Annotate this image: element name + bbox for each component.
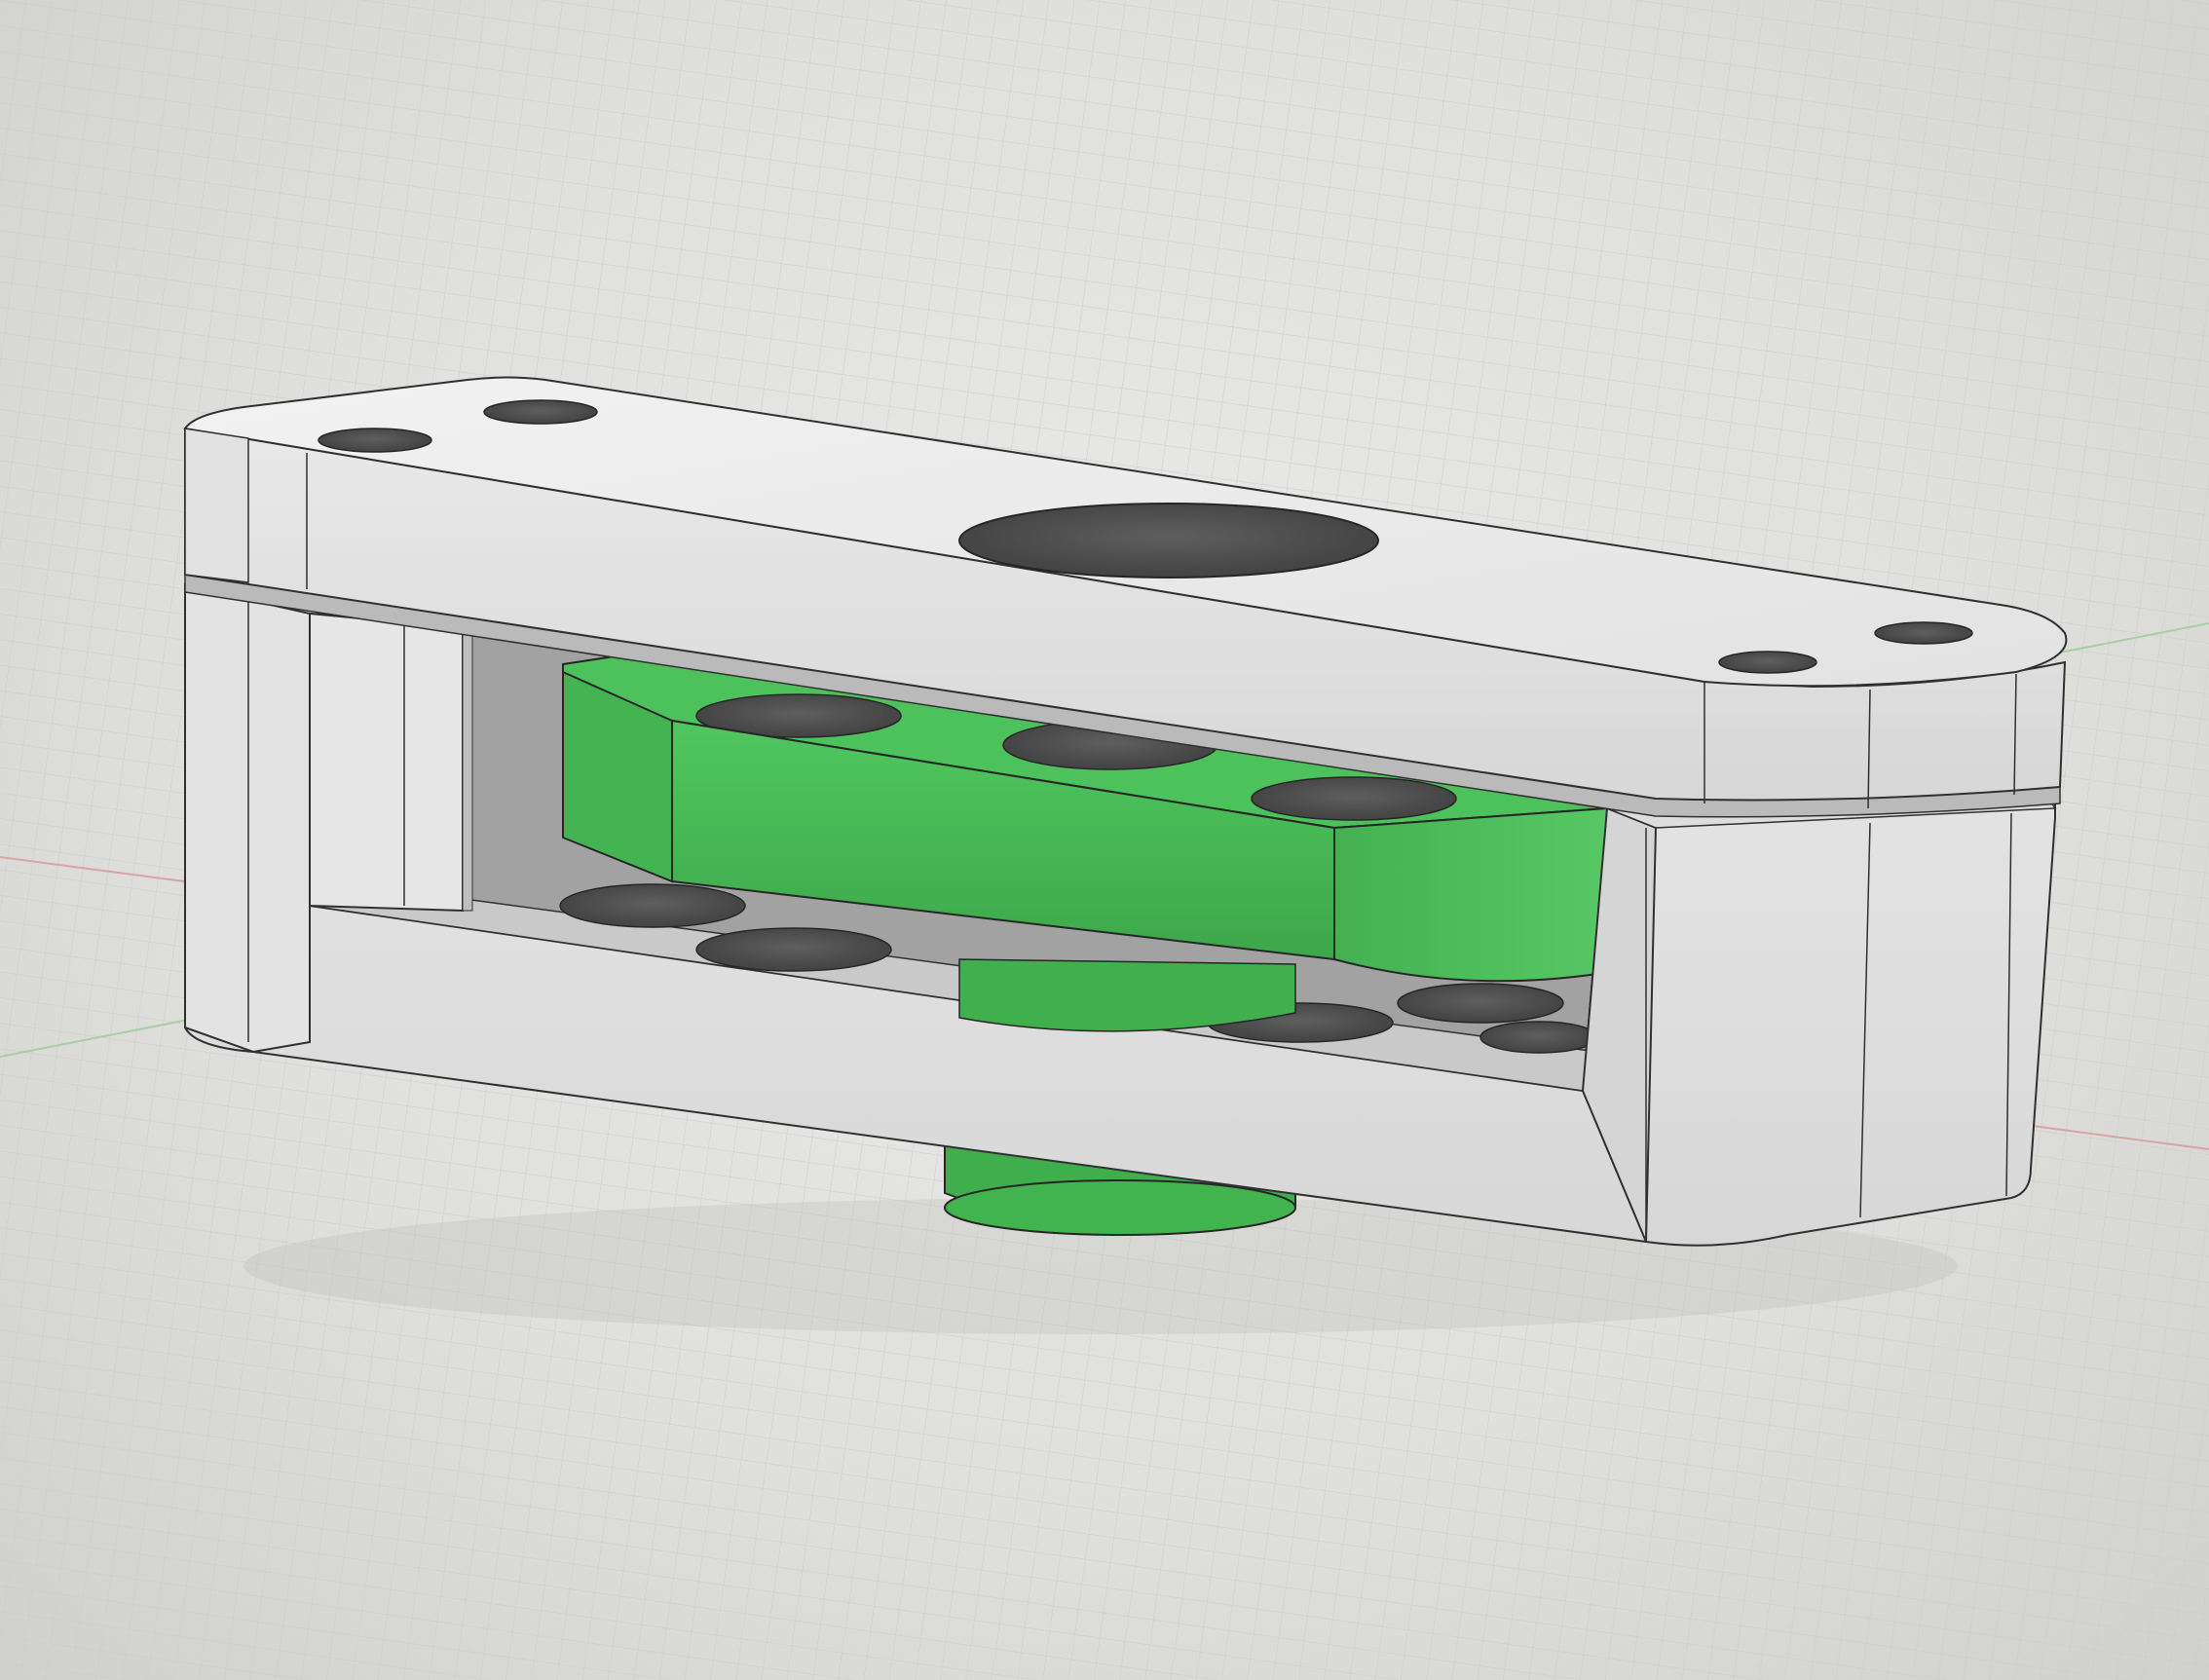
- model-scene[interactable]: [0, 0, 2209, 1680]
- screen-overlay: [0, 0, 2209, 1680]
- 3d-viewport[interactable]: [0, 0, 2209, 1680]
